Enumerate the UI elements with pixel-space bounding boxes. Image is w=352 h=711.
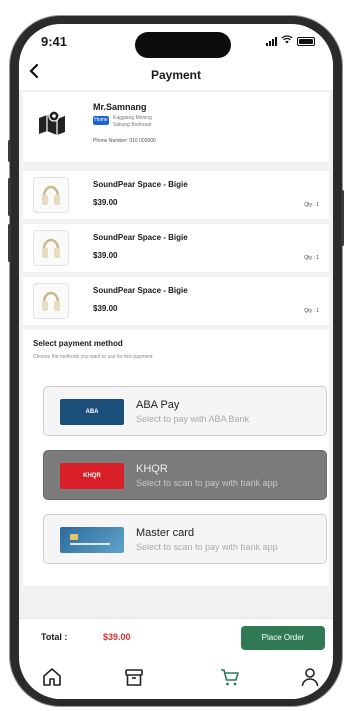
- payment-section-title: Select payment method: [33, 339, 123, 348]
- dynamic-island: [135, 32, 231, 58]
- product-name: SoundPear Space - Bigie: [93, 233, 188, 242]
- credit-card-icon: [60, 527, 124, 553]
- payment-option-name: Master card: [136, 527, 195, 539]
- payment-option-description: Select to pay with ABA Bank: [136, 414, 250, 424]
- recipient-phone: Phone Number: 016 000000: [93, 138, 156, 144]
- wifi-icon: [281, 35, 293, 47]
- payment-option-name: ABA Pay: [136, 399, 180, 411]
- volume-up-button: [8, 178, 11, 216]
- tab-orders[interactable]: [123, 666, 145, 688]
- power-button: [341, 190, 344, 246]
- product-thumbnail: [33, 177, 69, 213]
- battery-icon: [297, 36, 315, 46]
- tab-profile[interactable]: [299, 666, 321, 688]
- product-price: $39.00: [93, 304, 118, 313]
- cart-item[interactable]: SoundPear Space - Bigie $39.00 Qty : 1: [23, 277, 329, 325]
- status-time: 9:41: [41, 34, 68, 49]
- product-thumbnail: [33, 230, 69, 266]
- status-bar: 9:41: [19, 24, 333, 60]
- headphones-icon: [42, 291, 60, 311]
- product-thumbnail: [33, 283, 69, 319]
- total-amount: $39.00: [103, 632, 131, 642]
- khqr-logo-icon: KHQR: [60, 463, 124, 489]
- address-type-badge: Home: [93, 116, 109, 125]
- payment-option-name: KHQR: [136, 463, 168, 475]
- mute-switch: [8, 140, 11, 162]
- payment-option-khqr[interactable]: KHQR KHQR Select to scan to pay with ban…: [43, 450, 327, 500]
- payment-option-mastercard[interactable]: Master card Select to scan to pay with b…: [43, 514, 327, 564]
- cart-icon: [221, 669, 239, 686]
- product-quantity: Qty : 1: [304, 255, 319, 261]
- total-label: Total :: [41, 632, 68, 642]
- map-pin-icon: [39, 110, 65, 135]
- product-quantity: Qty : 1: [304, 308, 319, 314]
- product-price: $39.00: [93, 198, 118, 207]
- phone-screen: 9:41 Payment Mr.Samnang Home Kaggiang Me…: [19, 24, 333, 699]
- signal-icon: [266, 36, 277, 46]
- tab-cart[interactable]: [219, 666, 241, 688]
- nav-bar: Payment: [19, 60, 333, 90]
- payment-section-subtitle: Choose the methods you want to use for t…: [33, 354, 153, 360]
- profile-icon: [301, 668, 319, 687]
- checkout-footer: Total : $39.00 Place Order: [19, 618, 333, 656]
- page-title: Payment: [150, 68, 202, 82]
- payment-option-aba[interactable]: ABA ABA Pay Select to pay with ABA Bank: [43, 386, 327, 436]
- home-icon: [43, 668, 61, 686]
- headphones-icon: [42, 238, 60, 258]
- payment-method-section: Select payment method Choose the methods…: [23, 330, 329, 586]
- payment-option-description: Select to scan to pay with bank app: [136, 478, 278, 488]
- product-price: $39.00: [93, 251, 118, 260]
- headphones-icon: [42, 185, 60, 205]
- payment-option-description: Select to scan to pay with bank app: [136, 542, 278, 552]
- product-name: SoundPear Space - Bigie: [93, 180, 188, 189]
- tab-home[interactable]: [41, 666, 63, 688]
- volume-down-button: [8, 224, 11, 262]
- address-line-1: Kaggiang Mening: [113, 115, 152, 121]
- product-name: SoundPear Space - Bigie: [93, 286, 188, 295]
- product-quantity: Qty : 1: [304, 202, 319, 208]
- cart-item[interactable]: SoundPear Space - Bigie $39.00 Qty : 1: [23, 171, 329, 219]
- aba-logo-icon: ABA: [60, 399, 124, 425]
- shipping-address-card[interactable]: Mr.Samnang Home Kaggiang Mening Sakung B…: [23, 92, 329, 162]
- place-order-button[interactable]: Place Order: [241, 626, 325, 650]
- bottom-tab-bar: [19, 656, 333, 699]
- recipient-name: Mr.Samnang: [93, 102, 147, 112]
- cart-item[interactable]: SoundPear Space - Bigie $39.00 Qty : 1: [23, 224, 329, 272]
- address-line-2: Sakung Bonkraat: [113, 122, 152, 128]
- status-icons: [266, 35, 315, 47]
- orders-box-icon: [125, 669, 143, 686]
